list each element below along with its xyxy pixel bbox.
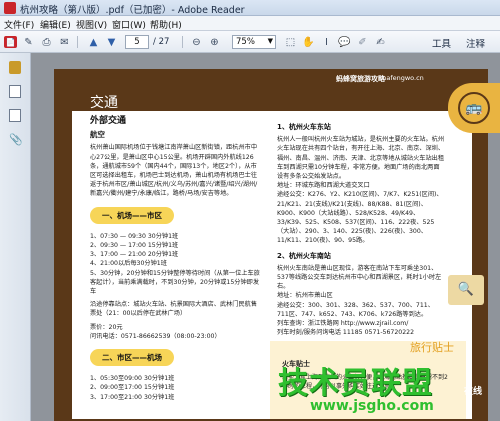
schedule-line: 3、17:00 — 21:00 20分钟1班 [90,251,179,259]
menu-file[interactable]: 文件(F) [4,18,34,31]
toolbar: 📄 ✎ ⎙ ✉ ▲ ▼ 5 / 27 ⊖ ⊕ 75% ▼ ⬚ ✋ Ⅰ 💬 ✐ ✍ … [0,31,500,53]
phone: 问讯电话：0571-86662539（08:00-23:00） [90,332,221,340]
heading-air: 航空 [90,130,105,140]
print-icon[interactable]: ⎙ [40,36,53,48]
left-column: 外部交通 航空 杭州萧山国际机场位于钱塘江南岸萧山区新街镇，距杭州市中心27公里… [90,116,260,402]
fare: 票价：20元 [90,323,123,331]
schedule-line: 1、05:30至09:00 30分钟1班 [90,375,175,383]
rail-website: 列车查询：浙江铁路网 http://www.zjrail.com/ [277,320,409,328]
schedule-line: 2、09:30 — 17:00 15分钟1班 [90,242,179,250]
toolbar-separator [77,36,78,48]
paragraph-south-station: 杭州火车南站是萧山区现位，游客在南站下车可乘坐301、537等线路公交车到达杭州… [277,264,442,291]
transport-badge: 🚌 [448,83,500,133]
menu-window[interactable]: 窗口(W) [112,18,146,31]
header-brand: 蚂蜂窝旅游攻略 [336,75,385,83]
zoom-out-icon[interactable]: ⊖ [190,36,203,48]
section-bar: 交通 [72,89,472,111]
schedule-line: 1、07:30 — 09:30 30分钟1班 [90,232,179,240]
adobe-reader-icon [4,2,16,14]
up-arrow-icon[interactable]: ▲ [87,36,100,48]
heading-external-transport: 外部交通 [90,116,127,126]
bus-lines-south: 途经公交：300、301、328、362、537、700、711、711区、74… [277,301,434,318]
title-bar: 杭州攻略（第八版）.pdf（已加密）- Adobe Reader [0,0,500,16]
pages-icon[interactable] [9,85,21,98]
tools-button[interactable]: 工具 [432,36,451,50]
route-stops: 沿途停靠站点：城站火车站、杭景国际大酒店、武林门民航售票处（21：00以后停在武… [90,301,258,318]
comment-button[interactable]: 注释 [466,36,485,50]
bus-lines-east: 途经公交：K276、Y2、K210(区间)、7/K7、K251(区间)、21/K… [277,191,443,245]
schedule-line: 5、30分钟，20分钟和15分钟整停等待时间（从第一位上车旅客起计），当前乘满载… [90,269,260,296]
tips-title: 旅行贴士 [410,341,454,354]
fit-page-icon[interactable]: ⬚ [284,36,297,48]
menu-view[interactable]: 视图(V) [76,18,107,31]
magnifier-badge: 🔍 [448,275,484,305]
header-site: mafengwo.cn [380,74,424,82]
page-number-input[interactable]: 5 [125,35,149,49]
menu-bar: 文件(F) 编辑(E) 视图(V) 窗口(W) 帮助(H) [0,16,500,31]
zoom-value: 75% [236,37,255,47]
pill-city-airport: 二、市区——机场 [90,349,260,367]
zoom-select[interactable]: 75% ▼ [232,35,276,49]
adobe-reader-window: 杭州攻略（第八版）.pdf（已加密）- Adobe Reader 文件(F) 编… [0,0,500,421]
rail-hotline: 列车时刻/服务问询电话 11185 0571-56720222 [277,329,415,337]
pill-airport-city: 一、机场——市区 [90,206,260,224]
pan-icon[interactable]: ✋ [302,36,315,48]
chevron-down-icon: ▼ [267,37,273,45]
heading-east-station: 1、杭州火车东站 [277,123,331,131]
comment-icon[interactable]: 💬 [338,36,351,48]
watermark-url: www.jsgho.com [310,398,434,414]
pill-label: 一、机场——市区 [90,206,174,224]
attachment-icon[interactable]: 📎 [9,133,23,146]
address-east: 地址：环城东路和西湖大道交叉口 [277,182,370,190]
navigation-panel: 📎 [0,53,31,421]
paragraph-east-station: 杭州人一般叫杭州火车站为城站，是杭州主要的火车站。杭州火车站现在共有四个站台，有… [277,136,445,181]
toolbar-separator [182,36,183,48]
window-title: 杭州攻略（第八版）.pdf（已加密）- Adobe Reader [20,5,245,16]
select-text-icon[interactable]: Ⅰ [320,36,333,48]
down-arrow-icon[interactable]: ▼ [105,36,118,48]
right-column: 1、杭州火车东站 杭州人一般叫杭州火车站为城站，是杭州主要的火车站。杭州火车站现… [277,123,445,337]
zoom-in-icon[interactable]: ⊕ [208,36,221,48]
sign-icon[interactable]: ✍ [374,36,387,48]
page-header: 蚂蜂窝旅游攻略 mafengwo.cn [54,69,488,89]
bus-icon: 🚌 [458,92,490,124]
pill-label: 二、市区——机场 [90,349,174,367]
bookmarks-icon[interactable] [9,109,21,122]
section-title: 交通 [90,95,118,111]
file-open-icon[interactable]: 📄 [4,36,17,48]
page-total: / 27 [153,37,170,47]
address-south: 地址：杭州市萧山区 [277,292,333,300]
email-icon[interactable]: ✉ [58,36,71,48]
watermark-main: 技术员联盟 [278,366,433,401]
paragraph-airport: 杭州萧山国际机场位于钱塘江南岸萧山区新街镇，距杭州市中心27公里，是萧山区中心1… [90,144,258,198]
watermark-small: 在线 [464,387,483,397]
heading-south-station: 2、杭州火车南站 [277,251,331,260]
schedule-line: 2、09:00至17:00 15分钟1班 [90,384,175,392]
menu-edit[interactable]: 编辑(E) [40,18,71,31]
highlight-icon[interactable]: ✐ [356,36,369,48]
edit-icon[interactable]: ✎ [22,36,35,48]
lock-icon[interactable] [9,61,21,74]
menu-help[interactable]: 帮助(H) [150,18,182,31]
schedule-line: 4、21:00以后每30分钟1班 [90,260,167,268]
schedule-line: 3、17:00至21:00 30分钟1班 [90,393,175,401]
